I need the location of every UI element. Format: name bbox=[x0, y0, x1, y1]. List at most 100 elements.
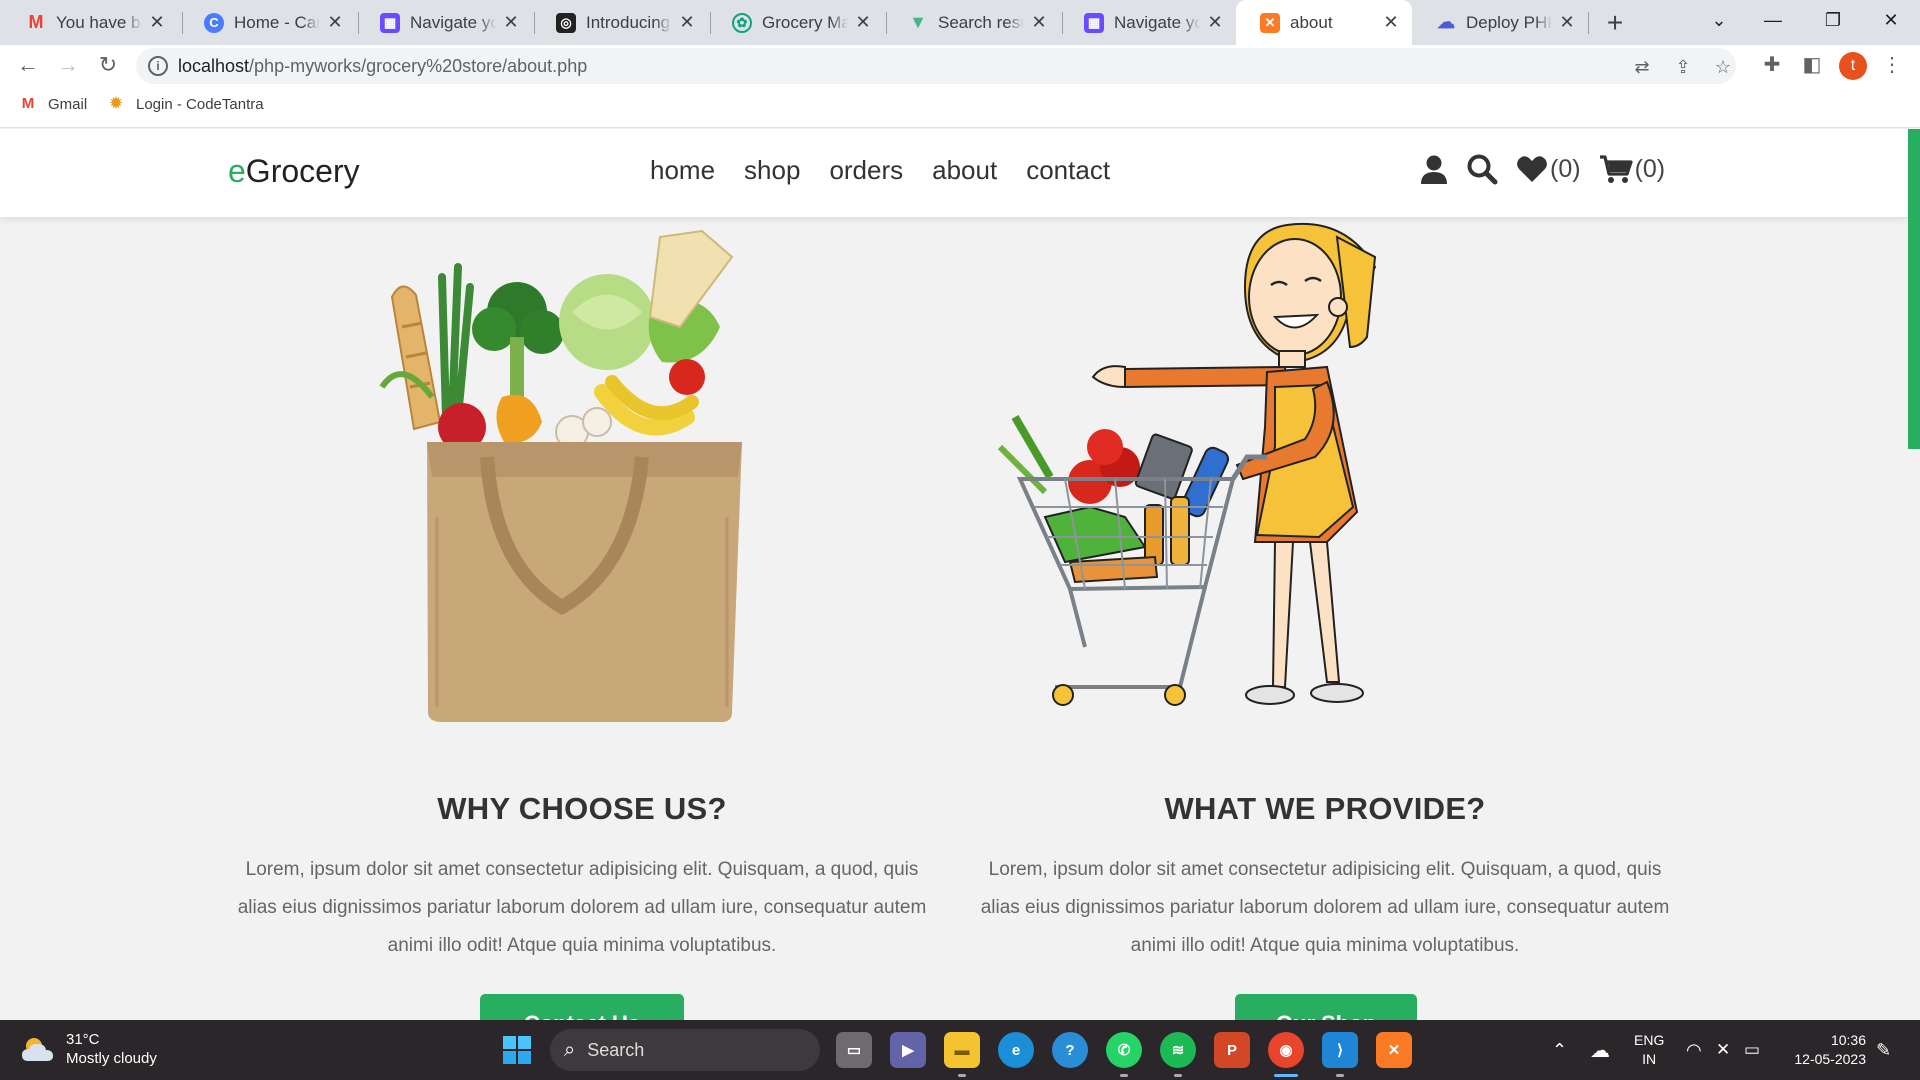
bookmark-label: Login - CodeTantra bbox=[136, 95, 264, 113]
web-page: eGrocery home shop orders about contact … bbox=[0, 129, 1920, 1020]
windows-start-button[interactable] bbox=[502, 1035, 532, 1070]
onedrive-icon[interactable]: ☁ bbox=[1590, 1020, 1610, 1080]
extensions-icon[interactable]: ✚ bbox=[1758, 51, 1786, 79]
heart-icon bbox=[1517, 156, 1547, 182]
url-host: localhost bbox=[178, 56, 250, 76]
file-explorer-icon[interactable]: ▬ bbox=[944, 1032, 980, 1068]
our-shop-button[interactable]: Our Shop bbox=[1235, 994, 1417, 1020]
tab-label: Grocery Mana bbox=[762, 12, 848, 32]
site-logo[interactable]: eGrocery bbox=[228, 153, 360, 190]
edge-icon[interactable]: e bbox=[998, 1032, 1034, 1068]
share-icon[interactable]: ⇪ bbox=[1672, 56, 1694, 78]
weather-widget[interactable]: 31°C Mostly cloudy bbox=[20, 1030, 157, 1068]
minimize-button[interactable]: — bbox=[1748, 0, 1798, 40]
browser-toolbar: ← → ↻ i localhost/php-myworks/grocery%20… bbox=[0, 45, 1920, 85]
close-icon[interactable]: ✕ bbox=[854, 12, 872, 33]
clock[interactable]: 10:36 12-05-2023 bbox=[1786, 1031, 1866, 1069]
tab-navigate-2[interactable]: ▦ Navigate your ✕ bbox=[1060, 0, 1236, 45]
page-scrollbar-thumb[interactable] bbox=[1908, 129, 1920, 449]
gmail-icon: M bbox=[21, 95, 35, 112]
notion-calendar-icon: ▦ bbox=[1084, 12, 1104, 33]
address-bar[interactable]: i localhost/php-myworks/grocery%20store/… bbox=[136, 48, 1736, 84]
cart-button[interactable]: (0) bbox=[1599, 154, 1666, 184]
user-icon[interactable] bbox=[1420, 154, 1448, 184]
forward-button[interactable]: → bbox=[52, 49, 84, 81]
task-view-icon[interactable]: ▭ bbox=[836, 1032, 872, 1068]
wifi-icon[interactable]: ◠ bbox=[1686, 1020, 1702, 1080]
close-icon[interactable]: ✕ bbox=[1382, 12, 1400, 33]
translate-icon[interactable]: ⇄ bbox=[1631, 56, 1653, 78]
spotify-icon[interactable]: ≋ bbox=[1160, 1032, 1196, 1068]
vscode-icon[interactable]: ⟩ bbox=[1322, 1032, 1358, 1068]
nav-orders[interactable]: orders bbox=[829, 155, 903, 186]
clock-time: 10:36 bbox=[1830, 1032, 1866, 1048]
nav-contact[interactable]: contact bbox=[1026, 155, 1110, 186]
section-text: Lorem, ipsum dolor sit amet consectetur … bbox=[980, 859, 1670, 956]
tab-label: Deploy PHP A bbox=[1466, 12, 1552, 32]
bookmark-gmail[interactable]: M Gmail bbox=[18, 95, 87, 113]
battery-icon[interactable]: ▭ bbox=[1744, 1020, 1760, 1080]
help-icon[interactable]: ? bbox=[1052, 1032, 1088, 1068]
codetantra-icon: ✹ bbox=[109, 95, 123, 112]
close-icon[interactable]: ✕ bbox=[1030, 12, 1048, 33]
search-icon[interactable] bbox=[1466, 153, 1498, 185]
tab-navigate-1[interactable]: ▦ Navigate your ✕ bbox=[356, 0, 532, 45]
whatsapp-icon[interactable]: ✆ bbox=[1106, 1032, 1142, 1068]
windows-logo-icon bbox=[503, 1036, 531, 1064]
vue-icon: ▼ bbox=[909, 12, 927, 32]
close-window-button[interactable]: ✕ bbox=[1866, 0, 1916, 40]
chatgpt-icon: ✿ bbox=[732, 12, 752, 33]
chrome-icon[interactable]: ◉ bbox=[1268, 1032, 1304, 1068]
tray-chevron-icon[interactable]: ⌃ bbox=[1552, 1020, 1567, 1080]
profile-avatar[interactable]: t bbox=[1839, 52, 1867, 80]
close-icon[interactable]: ✕ bbox=[148, 12, 166, 33]
tab-introducing[interactable]: ◎ Introducing Cl ✕ bbox=[532, 0, 708, 45]
close-icon[interactable]: ✕ bbox=[326, 12, 344, 33]
tab-search-chevron-icon[interactable]: ⌄ bbox=[1694, 0, 1744, 40]
nav-shop[interactable]: shop bbox=[744, 155, 800, 186]
bookmark-codetantra[interactable]: ✹ Login - CodeTantra bbox=[106, 95, 264, 113]
wishlist-button[interactable]: (0) bbox=[1516, 155, 1581, 184]
new-tab-button[interactable]: + bbox=[1598, 6, 1632, 40]
bookmark-star-icon[interactable]: ☆ bbox=[1712, 56, 1734, 78]
more-menu-icon[interactable]: ⋮ bbox=[1878, 51, 1906, 79]
cart-count: (0) bbox=[1634, 154, 1666, 183]
xampp-icon[interactable]: ✕ bbox=[1376, 1032, 1412, 1068]
cloud-icon: ☁ bbox=[1437, 12, 1455, 32]
back-button[interactable]: ← bbox=[12, 49, 44, 81]
notifications-icon[interactable]: ✎ bbox=[1876, 1020, 1891, 1080]
nav-about[interactable]: about bbox=[932, 155, 997, 186]
tab-label: Navigate your bbox=[410, 12, 496, 32]
tab-grocery-mana[interactable]: ✿ Grocery Mana ✕ bbox=[708, 0, 884, 45]
side-panel-icon[interactable]: ◧ bbox=[1798, 51, 1826, 79]
site-info-icon[interactable]: i bbox=[148, 56, 168, 76]
search-icon: ⌕ bbox=[564, 1038, 576, 1061]
xampp-icon: ✕ bbox=[1260, 12, 1280, 33]
contact-us-button[interactable]: Contact Us bbox=[480, 994, 684, 1020]
openai-icon: ◎ bbox=[556, 12, 576, 33]
volume-muted-icon[interactable]: ✕ bbox=[1716, 1020, 1730, 1080]
maximize-button[interactable]: ❐ bbox=[1808, 0, 1858, 40]
url-text[interactable]: localhost/php-myworks/grocery%20store/ab… bbox=[178, 56, 587, 77]
tab-gmail[interactable]: M You have been ✕ bbox=[2, 0, 178, 45]
teams-meet-icon[interactable]: ▶ bbox=[890, 1032, 926, 1068]
reload-button[interactable]: ↻ bbox=[92, 49, 124, 81]
header-icons: (0) (0) bbox=[1420, 153, 1665, 185]
tab-label: Home - Canva bbox=[234, 12, 320, 32]
taskbar-search[interactable]: ⌕ Search bbox=[550, 1029, 820, 1071]
language-indicator[interactable]: ENG IN bbox=[1634, 1031, 1664, 1069]
what-we-provide-section: WHAT WE PROVIDE? Lorem, ipsum dolor sit … bbox=[975, 217, 1675, 1020]
shopper-cart-image bbox=[997, 223, 1377, 706]
powerpoint-icon[interactable]: P bbox=[1214, 1032, 1250, 1068]
close-icon[interactable]: ✕ bbox=[502, 12, 520, 33]
tab-deploy-php[interactable]: ☁ Deploy PHP A ✕ bbox=[1412, 0, 1588, 45]
tab-canva[interactable]: C Home - Canva ✕ bbox=[180, 0, 356, 45]
tab-search-results[interactable]: ▼ Search results ✕ bbox=[884, 0, 1060, 45]
close-icon[interactable]: ✕ bbox=[1206, 12, 1224, 33]
nav-home[interactable]: home bbox=[650, 155, 715, 186]
grocery-bag-image bbox=[379, 229, 742, 722]
cart-icon bbox=[1599, 155, 1633, 183]
close-icon[interactable]: ✕ bbox=[678, 12, 696, 33]
tab-about[interactable]: ✕ about ✕ bbox=[1236, 0, 1412, 45]
close-icon[interactable]: ✕ bbox=[1558, 12, 1576, 33]
